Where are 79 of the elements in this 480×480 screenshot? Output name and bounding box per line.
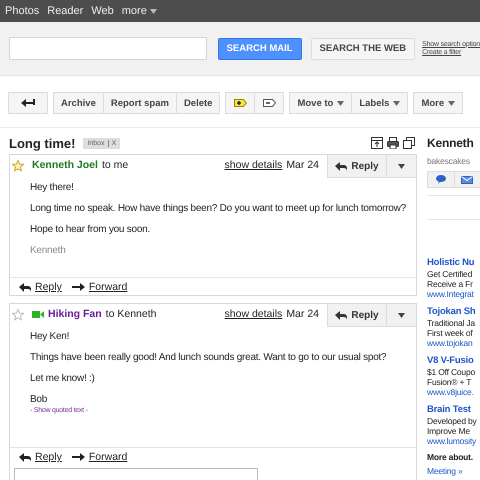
reply-arrow-icon xyxy=(19,282,31,292)
toolbar-button[interactable]: Archive xyxy=(53,92,104,114)
dropdown-button[interactable]: Move to xyxy=(289,92,352,114)
ad-text: Fusion® + T xyxy=(427,377,472,387)
caret-icon xyxy=(150,8,157,14)
toolbar-button[interactable]: Report spam xyxy=(102,92,177,114)
right-arrow-icon xyxy=(72,453,85,461)
label-remove-button[interactable] xyxy=(254,92,284,114)
toolbar-button[interactable]: Delete xyxy=(176,92,220,114)
caret-icon xyxy=(337,100,344,106)
dropdown-button[interactable]: More xyxy=(413,92,464,114)
thread-subject: Long time! xyxy=(9,136,76,150)
ad-text: Traditional Ja xyxy=(427,318,476,328)
ad-title[interactable]: Tojokan Sh xyxy=(427,305,480,318)
right-arrow-icon xyxy=(72,283,85,291)
ad-title[interactable]: Holistic Nu xyxy=(427,256,480,269)
nav-link[interactable]: Reader xyxy=(47,5,84,17)
ad-url[interactable]: www.Integrat xyxy=(427,289,480,299)
message-text: Hope to hear from you soon. xyxy=(30,223,150,236)
forward-link[interactable]: Forward xyxy=(72,451,128,463)
speech-bubble-icon xyxy=(436,175,446,184)
dropdown-button[interactable]: Labels xyxy=(351,92,408,114)
caret-icon xyxy=(398,312,405,318)
nav-link[interactable]: Web xyxy=(91,5,114,17)
reply-arrow-icon xyxy=(335,162,348,170)
tag-plus-icon xyxy=(234,99,247,107)
signature-text: Kenneth xyxy=(30,244,66,257)
star-icon[interactable] xyxy=(12,160,24,172)
message-text: Things have been really good! And lunch sounds great. Want to go to our usual spot? xyxy=(30,351,386,364)
ad-url[interactable]: www.v8juice. xyxy=(427,387,480,397)
message-text: Long time no speak. How have things been? Do you want to meet up for lunch tomorrow? xyxy=(30,202,406,215)
envelope-icon xyxy=(461,176,474,184)
reply-link[interactable]: Reply xyxy=(19,451,62,463)
more-about-link[interactable]: Meeting » xyxy=(427,466,480,476)
video-camera-icon xyxy=(32,310,44,318)
ad-text: $1 Off Coupo xyxy=(427,367,476,377)
nav-link[interactable]: Photos xyxy=(5,5,40,17)
ad-text: Get Certified xyxy=(427,269,474,279)
ad-title[interactable]: V8 V-Fusio xyxy=(427,354,480,367)
sender-name: Kenneth Joel xyxy=(32,159,98,171)
closing-text: Bob xyxy=(30,393,48,406)
caret-icon xyxy=(398,164,405,168)
ad-text: Developed by xyxy=(427,416,478,426)
message-date: Mar 24 xyxy=(286,308,319,320)
reply-link[interactable]: Reply xyxy=(19,281,62,293)
label-add-button[interactable] xyxy=(225,92,256,114)
search-field[interactable] xyxy=(9,37,207,60)
caret-icon xyxy=(448,100,456,106)
message-date: Mar 24 xyxy=(286,159,319,171)
contact-name: Kenneth xyxy=(427,135,475,152)
archive-box-icon[interactable] xyxy=(371,137,383,149)
more-menu[interactable]: more xyxy=(122,5,157,17)
message-text: Let me know! :) xyxy=(30,372,95,385)
message-text: Hey Ken! xyxy=(30,330,70,343)
more-about-heading: More about. xyxy=(427,452,474,462)
search-web-button[interactable]: SEARCH THE WEB xyxy=(310,38,416,60)
ad-url[interactable]: www.tojokan xyxy=(427,338,480,348)
sender-name: Hiking Fan xyxy=(48,308,102,320)
forward-link[interactable]: Forward xyxy=(72,281,128,293)
back-button[interactable] xyxy=(8,92,48,114)
message-text: Hey there! xyxy=(30,181,74,194)
ad-text: First week of xyxy=(427,328,474,338)
new-window-icon[interactable] xyxy=(403,137,415,149)
caret-icon xyxy=(393,100,400,106)
recipient-text: to me xyxy=(102,159,128,171)
recipient-text: to Kenneth xyxy=(106,308,156,320)
show-details-link[interactable]: show details xyxy=(224,159,282,171)
contact-email: bakescakes xyxy=(427,156,471,166)
star-icon[interactable] xyxy=(12,309,24,321)
ad-text: Improve Me xyxy=(427,426,471,436)
print-icon[interactable] xyxy=(387,137,399,149)
back-arrow-icon xyxy=(21,99,35,107)
tag-minus-icon xyxy=(262,99,276,107)
reply-arrow-icon xyxy=(19,452,31,462)
reply-arrow-icon xyxy=(335,310,348,320)
ad-url[interactable]: www.lumosity xyxy=(427,436,480,446)
ad-text: Receive a Fr xyxy=(427,279,474,289)
ad-title[interactable]: Brain Test xyxy=(427,403,480,416)
show-details-link[interactable]: show details xyxy=(224,308,282,320)
